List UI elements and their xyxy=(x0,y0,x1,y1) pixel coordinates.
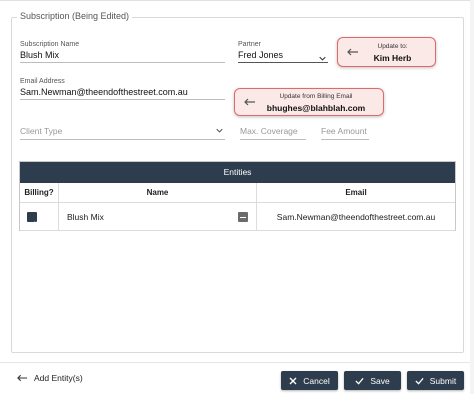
footer-divider xyxy=(0,362,474,363)
column-header-email[interactable]: Email xyxy=(257,183,455,203)
partner-label: Partner xyxy=(238,41,261,48)
checkmark-icon xyxy=(28,221,36,228)
entity-name-cell: Blush Mix xyxy=(59,203,257,231)
partner-hint-value: Kim Herb xyxy=(373,53,412,63)
partner-select[interactable]: Partner Fred Jones xyxy=(238,41,328,63)
email-field[interactable]: Email Address Sam.Newman@theendofthestre… xyxy=(20,78,225,100)
email-input[interactable]: Sam.Newman@theendofthestreet.com.au xyxy=(20,85,225,100)
email-update-hint[interactable]: Update from Billing Email bhughes@blahbl… xyxy=(234,88,384,116)
email-hint-value: bhughes@blahblah.com xyxy=(266,103,366,113)
arrow-left-icon xyxy=(17,374,28,382)
scrollbar[interactable] xyxy=(470,0,474,394)
close-icon xyxy=(289,377,297,384)
cancel-label: Cancel xyxy=(303,375,330,386)
max-coverage-placeholder[interactable]: Max. Coverage xyxy=(240,124,306,140)
cancel-button[interactable]: Cancel xyxy=(281,371,338,390)
fee-amount-placeholder[interactable]: Fee Amount xyxy=(321,124,369,140)
client-type-select[interactable]: Client Type xyxy=(20,124,225,140)
remove-entity-icon[interactable] xyxy=(238,212,248,222)
subscription-name-label: Subscription Name xyxy=(20,41,80,48)
entities-title: Entities xyxy=(20,162,455,183)
submit-label: Submit xyxy=(429,375,457,386)
billing-checkbox[interactable] xyxy=(27,212,37,228)
entities-table: Entities Billing? Name Email Blush Mix S… xyxy=(19,161,456,231)
add-entity-label: Add Entity(s) xyxy=(34,373,83,383)
email-hint-label: Update from Billing Email xyxy=(279,93,353,100)
entity-name: Blush Mix xyxy=(67,212,104,222)
partner-update-hint[interactable]: Update to: Kim Herb xyxy=(337,37,436,67)
email-label: Email Address xyxy=(20,78,65,85)
chevron-down-icon[interactable] xyxy=(216,127,223,134)
subscription-name-field[interactable]: Subscription Name Blush Mix xyxy=(20,41,225,63)
chevron-down-icon[interactable] xyxy=(319,55,326,62)
partner-hint-label: Update to: xyxy=(377,43,408,50)
add-entity-button[interactable]: Add Entity(s) xyxy=(17,373,83,383)
max-coverage-field[interactable]: Max. Coverage xyxy=(240,124,306,140)
column-header-billing[interactable]: Billing? xyxy=(20,183,59,203)
client-type-placeholder[interactable]: Client Type xyxy=(20,124,225,140)
submit-button[interactable]: Submit xyxy=(407,371,464,390)
billing-cell xyxy=(20,203,59,231)
check-icon xyxy=(355,377,364,385)
entity-email-cell: Sam.Newman@theendofthestreet.com.au xyxy=(257,203,455,231)
check-icon xyxy=(415,377,424,385)
subscription-name-input[interactable]: Blush Mix xyxy=(20,48,225,63)
fieldset-legend: Subscription (Being Edited) xyxy=(17,11,133,21)
fee-amount-field[interactable]: Fee Amount xyxy=(321,124,369,140)
top-divider xyxy=(0,0,474,1)
column-header-name[interactable]: Name xyxy=(59,183,257,203)
save-button[interactable]: Save xyxy=(344,371,401,390)
save-label: Save xyxy=(370,375,390,386)
partner-value[interactable]: Fred Jones xyxy=(238,48,328,63)
